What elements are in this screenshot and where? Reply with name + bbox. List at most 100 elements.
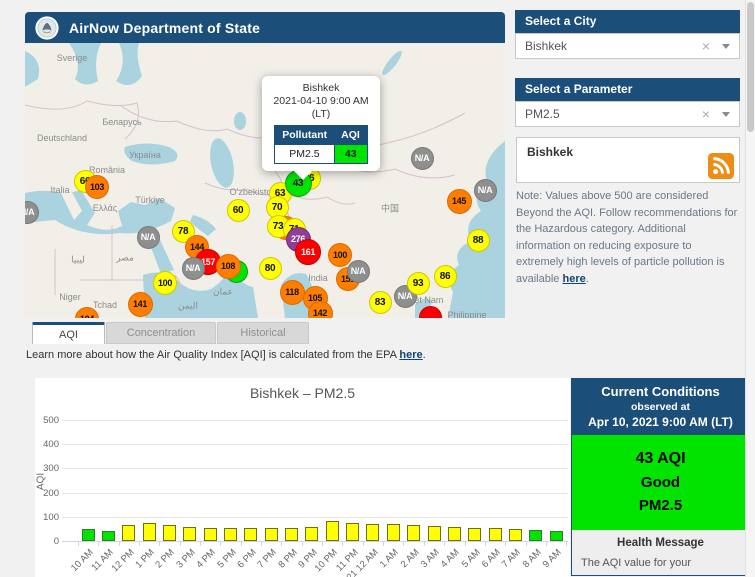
- aqi-marker[interactable]: N/A: [474, 179, 497, 202]
- map-place-label: مصر: [116, 253, 134, 264]
- axis-tick: [139, 542, 140, 546]
- axis-tick: [383, 542, 384, 546]
- bar[interactable]: [529, 530, 542, 541]
- axis-tick: [302, 542, 303, 546]
- axis-tick: [566, 542, 567, 546]
- aqi-marker[interactable]: 83: [369, 291, 392, 314]
- city-select-header: Select a City: [515, 10, 740, 33]
- map[interactable]: SverigeБеларусьDeutschlandУкраїнаRomânia…: [25, 43, 505, 318]
- aqi-marker[interactable]: 60: [227, 199, 250, 222]
- bar[interactable]: [244, 528, 257, 541]
- bar[interactable]: [407, 525, 420, 541]
- axis-tick: [78, 542, 79, 546]
- cc-aqi-value: 43 AQI: [572, 450, 749, 468]
- note-link[interactable]: here: [562, 273, 585, 285]
- bar[interactable]: [428, 526, 441, 541]
- bar[interactable]: [224, 528, 237, 541]
- aqi-marker[interactable]: 93: [407, 272, 430, 295]
- axis-tick: [363, 542, 364, 546]
- rss-icon[interactable]: [708, 153, 734, 179]
- aqi-marker[interactable]: 100: [328, 243, 352, 267]
- aqi-marker[interactable]: 118: [280, 280, 305, 305]
- aqi-marker[interactable]: 108: [216, 254, 241, 279]
- grid-line: [62, 541, 568, 542]
- grid-line: [62, 517, 568, 518]
- aqi-marker[interactable]: 103: [85, 175, 109, 199]
- parameter-dropdown-icon[interactable]: [722, 112, 730, 117]
- scrollbar-track[interactable]: [745, 0, 755, 577]
- map-place-label: Sverige: [57, 53, 88, 63]
- aqi-marker[interactable]: 80: [259, 257, 282, 280]
- popup-col-aqi: AQI: [334, 126, 367, 145]
- city-select-value[interactable]: Bishkek: [516, 39, 702, 53]
- aqi-marker[interactable]: 142: [308, 301, 333, 319]
- bar[interactable]: [326, 521, 339, 541]
- aqi-marker[interactable]: 145: [447, 189, 472, 214]
- map-place-label: Italia: [50, 185, 69, 195]
- axis-tick: [505, 542, 506, 546]
- bar[interactable]: [163, 525, 176, 541]
- aqi-marker[interactable]: N/A: [347, 260, 370, 283]
- bar[interactable]: [143, 523, 156, 541]
- aqi-marker[interactable]: 161: [295, 239, 321, 265]
- tab-historical[interactable]: Historical: [217, 322, 309, 344]
- y-tick-label: 100: [35, 512, 59, 523]
- state-seal-icon: [35, 16, 59, 40]
- tab-aqi[interactable]: AQI: [32, 322, 105, 344]
- bar[interactable]: [509, 529, 522, 541]
- learn-more-suffix: .: [423, 349, 426, 361]
- map-place-label: Philippine: [447, 310, 486, 318]
- aqi-marker[interactable]: 100: [153, 271, 177, 295]
- aqi-marker[interactable]: 141: [128, 292, 153, 317]
- parameter-select-header: Select a Parameter: [515, 78, 740, 101]
- bar[interactable]: [550, 531, 563, 541]
- parameter-select[interactable]: PM2.5 ×: [515, 101, 740, 127]
- aqi-marker[interactable]: N/A: [182, 257, 205, 280]
- axis-tick: [119, 542, 120, 546]
- bar[interactable]: [285, 528, 298, 541]
- bar[interactable]: [468, 528, 481, 541]
- axis-tick: [424, 542, 425, 546]
- scrollbar-thumb[interactable]: [747, 2, 754, 132]
- aqi-marker[interactable]: N/A: [411, 147, 434, 170]
- bar[interactable]: [183, 527, 196, 541]
- bar[interactable]: [102, 531, 115, 541]
- bar[interactable]: [265, 528, 278, 541]
- city-clear-icon[interactable]: ×: [702, 38, 710, 54]
- axis-tick: [546, 542, 547, 546]
- cc-datetime: Apr 10, 2021 9:00 AM (LT): [576, 415, 745, 429]
- aqi-marker[interactable]: 88: [467, 229, 490, 252]
- tab-concentration[interactable]: Concentration: [106, 322, 216, 344]
- aqi-marker[interactable]: 86: [434, 265, 457, 288]
- bar[interactable]: [346, 523, 359, 541]
- bar[interactable]: [366, 524, 379, 541]
- map-place-label: Türkiye: [135, 195, 165, 205]
- bar[interactable]: [448, 527, 461, 541]
- bar[interactable]: [204, 528, 217, 541]
- parameter-clear-icon[interactable]: ×: [702, 106, 710, 122]
- epa-link[interactable]: here: [399, 349, 422, 361]
- popup-timezone: (LT): [267, 108, 375, 121]
- y-tick-label: 400: [35, 439, 59, 450]
- city-select[interactable]: Bishkek ×: [515, 33, 740, 59]
- aqi-marker[interactable]: N/A: [137, 226, 160, 249]
- map-place-label: India: [308, 273, 328, 283]
- map-place-label: Tchad: [93, 300, 117, 310]
- map-place-label: ليبيا: [71, 255, 85, 266]
- bar[interactable]: [489, 528, 502, 541]
- axis-tick: [200, 542, 201, 546]
- map-place-label: اليمن: [178, 301, 198, 312]
- cc-pollutant: PM2.5: [572, 497, 749, 514]
- bar[interactable]: [122, 525, 135, 541]
- grid-line: [62, 468, 568, 469]
- axis-tick: [444, 542, 445, 546]
- bar[interactable]: [305, 527, 318, 541]
- grid-line: [62, 444, 568, 445]
- map-place-label: Deutschland: [37, 133, 87, 143]
- cc-title: Current Conditions: [576, 384, 745, 399]
- bar[interactable]: [82, 529, 95, 541]
- parameter-select-value[interactable]: PM2.5: [516, 107, 702, 121]
- bar[interactable]: [387, 524, 400, 541]
- header-bar: AirNow Department of State: [25, 12, 505, 43]
- city-dropdown-icon[interactable]: [722, 44, 730, 49]
